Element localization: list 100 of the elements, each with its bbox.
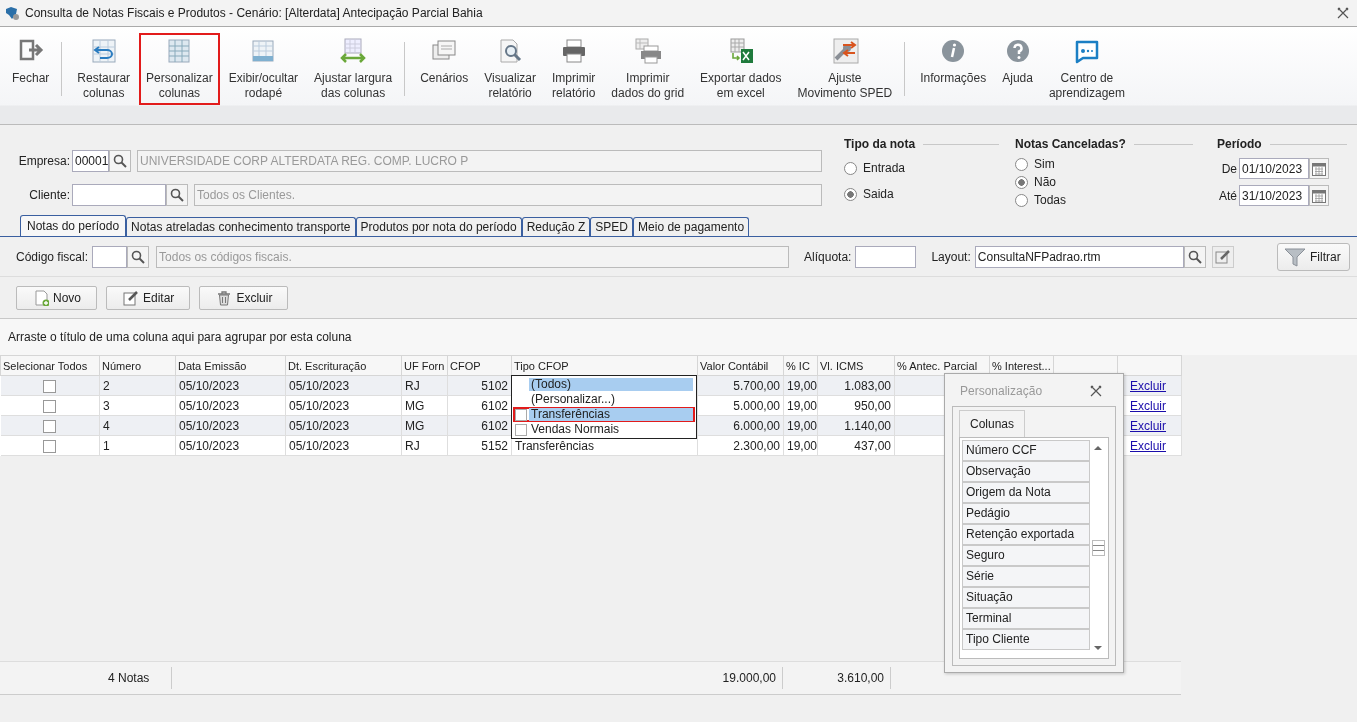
toolbar-button[interactable]: Centro de aprendizagem bbox=[1041, 33, 1132, 105]
table-cell: RJ bbox=[401, 435, 448, 456]
column-list-item[interactable]: Número CCF bbox=[962, 440, 1090, 461]
column-list-item[interactable]: Seguro bbox=[962, 545, 1090, 566]
tab[interactable]: Notas do período bbox=[20, 215, 127, 236]
dropdown-item[interactable]: Vendas Normais bbox=[513, 422, 695, 437]
checkbox[interactable] bbox=[43, 399, 57, 413]
column-list-item[interactable]: Origem da Nota bbox=[962, 482, 1090, 503]
column-header[interactable]: % IC bbox=[783, 355, 818, 376]
column-list-item[interactable]: Situação bbox=[962, 587, 1090, 608]
search-button[interactable] bbox=[127, 245, 150, 268]
tab[interactable]: Produtos por nota do período bbox=[355, 217, 522, 236]
column-header[interactable]: Data Emissão bbox=[175, 355, 286, 376]
column-list-item[interactable]: Tipo Cliente bbox=[962, 629, 1090, 650]
table-undo-icon bbox=[89, 37, 118, 65]
filter-button[interactable]: Filtrar bbox=[1277, 242, 1350, 271]
column-header[interactable]: Dt. Escrituração bbox=[285, 355, 402, 376]
group-title: Notas Canceladas? bbox=[1015, 137, 1126, 151]
dropdown-item[interactable]: Transferências bbox=[513, 407, 695, 422]
search-button[interactable] bbox=[1183, 245, 1206, 268]
checkbox[interactable] bbox=[515, 408, 527, 421]
delete-link[interactable]: Excluir bbox=[1130, 438, 1166, 453]
radio-button[interactable] bbox=[1015, 193, 1028, 207]
action-button[interactable]: Novo bbox=[16, 285, 97, 310]
code-field[interactable] bbox=[72, 184, 166, 206]
fiscal-code-field[interactable]: Todos os códigos fiscais. bbox=[156, 245, 790, 268]
tab[interactable]: Meio de pagamento bbox=[633, 217, 750, 236]
date-field[interactable]: 01/10/2023 bbox=[1239, 158, 1309, 179]
column-header[interactable]: Vl. ICMS bbox=[817, 355, 895, 376]
column-list-item[interactable]: Série bbox=[962, 566, 1090, 587]
column-list-item[interactable]: Pedágio bbox=[962, 503, 1090, 524]
radio-button[interactable] bbox=[844, 187, 857, 201]
checkbox[interactable] bbox=[43, 419, 57, 433]
table-cell: 05/10/2023 bbox=[175, 395, 286, 416]
trash-icon bbox=[216, 289, 233, 306]
table-cell: 5152 bbox=[447, 435, 512, 456]
edit-button[interactable] bbox=[1211, 245, 1234, 268]
layout-field[interactable]: ConsultaNFPadrao.rtm bbox=[974, 245, 1184, 268]
search-icon bbox=[1187, 249, 1202, 264]
toolbar-button[interactable]: Exibir/ocultar rodapé bbox=[221, 33, 306, 105]
table-cell: 19,00 bbox=[783, 435, 818, 456]
table-cell: 2.300,00 bbox=[697, 435, 784, 456]
table-cell: 3 bbox=[99, 395, 176, 416]
calendar-button[interactable] bbox=[1309, 185, 1329, 206]
action-button[interactable]: Editar bbox=[106, 285, 191, 310]
scroll-up-icon[interactable] bbox=[1093, 444, 1103, 452]
group-title: Tipo da nota bbox=[844, 137, 916, 151]
wrench-arrows-icon bbox=[830, 37, 859, 65]
delete-link[interactable]: Excluir bbox=[1130, 398, 1166, 413]
code-field[interactable]: 00001 bbox=[72, 150, 109, 172]
radio-button[interactable] bbox=[844, 161, 857, 175]
toolbar-button[interactable]: Informações bbox=[913, 33, 994, 105]
toolbar-button[interactable]: Cenários bbox=[413, 33, 476, 105]
toolbar-button[interactable]: Ajuda bbox=[995, 33, 1040, 105]
dropdown-item[interactable]: (Personalizar...) bbox=[513, 392, 695, 407]
toolbar-button[interactable]: Restaurar colunas bbox=[70, 33, 138, 105]
code-field[interactable] bbox=[92, 245, 128, 268]
toolbar-button[interactable]: Personalizar colunas bbox=[139, 33, 220, 105]
checkbox[interactable] bbox=[515, 423, 527, 436]
toolbar-button[interactable]: Exportar dados em excel bbox=[693, 33, 789, 105]
edit-icon bbox=[1214, 248, 1231, 265]
tab[interactable]: SPED bbox=[590, 217, 634, 236]
column-list-item[interactable]: Terminal bbox=[962, 608, 1090, 629]
scrollbar-thumb[interactable] bbox=[1091, 540, 1105, 556]
calendar-button[interactable] bbox=[1309, 158, 1329, 179]
tab[interactable]: Notas atreladas conhecimento transporte bbox=[126, 217, 356, 236]
rate-field[interactable] bbox=[855, 245, 917, 268]
column-header[interactable]: UF Forn bbox=[401, 355, 448, 376]
delete-link[interactable]: Excluir bbox=[1130, 418, 1166, 433]
client-field[interactable]: Todos os Clientes. bbox=[194, 184, 822, 206]
column-header[interactable]: CFOP bbox=[447, 355, 512, 376]
toolbar-button[interactable]: Imprimir relatório bbox=[545, 33, 603, 105]
table-cell: 05/10/2023 bbox=[285, 395, 402, 416]
toolbar-button[interactable]: Imprimir dados do grid bbox=[604, 33, 692, 105]
column-header[interactable]: Selecionar Todos bbox=[0, 355, 100, 376]
close-icon[interactable] bbox=[1337, 7, 1349, 19]
column-list-item[interactable]: Observação bbox=[962, 461, 1090, 482]
column-header[interactable]: Número bbox=[99, 355, 176, 376]
delete-link[interactable]: Excluir bbox=[1130, 378, 1166, 393]
search-button[interactable] bbox=[166, 184, 188, 206]
date-field[interactable]: 31/10/2023 bbox=[1239, 185, 1309, 206]
close-icon[interactable] bbox=[1090, 385, 1102, 397]
action-button[interactable]: Excluir bbox=[199, 285, 289, 310]
radio-button[interactable] bbox=[1015, 157, 1028, 171]
new-document-icon bbox=[33, 289, 49, 306]
search-button[interactable] bbox=[109, 150, 131, 172]
table-cell: MG bbox=[401, 395, 448, 416]
checkbox[interactable] bbox=[43, 379, 57, 393]
scroll-down-icon[interactable] bbox=[1093, 644, 1103, 652]
radio-button[interactable] bbox=[1015, 175, 1028, 189]
tab[interactable]: Redução Z bbox=[521, 217, 591, 236]
column-header[interactable]: Valor Contábil bbox=[697, 355, 784, 376]
toolbar-button[interactable]: Visualizar relatório bbox=[477, 33, 543, 105]
column-list-item[interactable]: Retenção exportada bbox=[962, 524, 1090, 545]
radio-label: Não bbox=[1034, 175, 1056, 189]
table-cell: 19,00 bbox=[783, 415, 818, 436]
checkbox[interactable] bbox=[43, 439, 57, 453]
table-cell: 1 bbox=[99, 435, 176, 456]
tab[interactable]: Colunas bbox=[959, 410, 1026, 437]
app-icon bbox=[4, 5, 20, 21]
